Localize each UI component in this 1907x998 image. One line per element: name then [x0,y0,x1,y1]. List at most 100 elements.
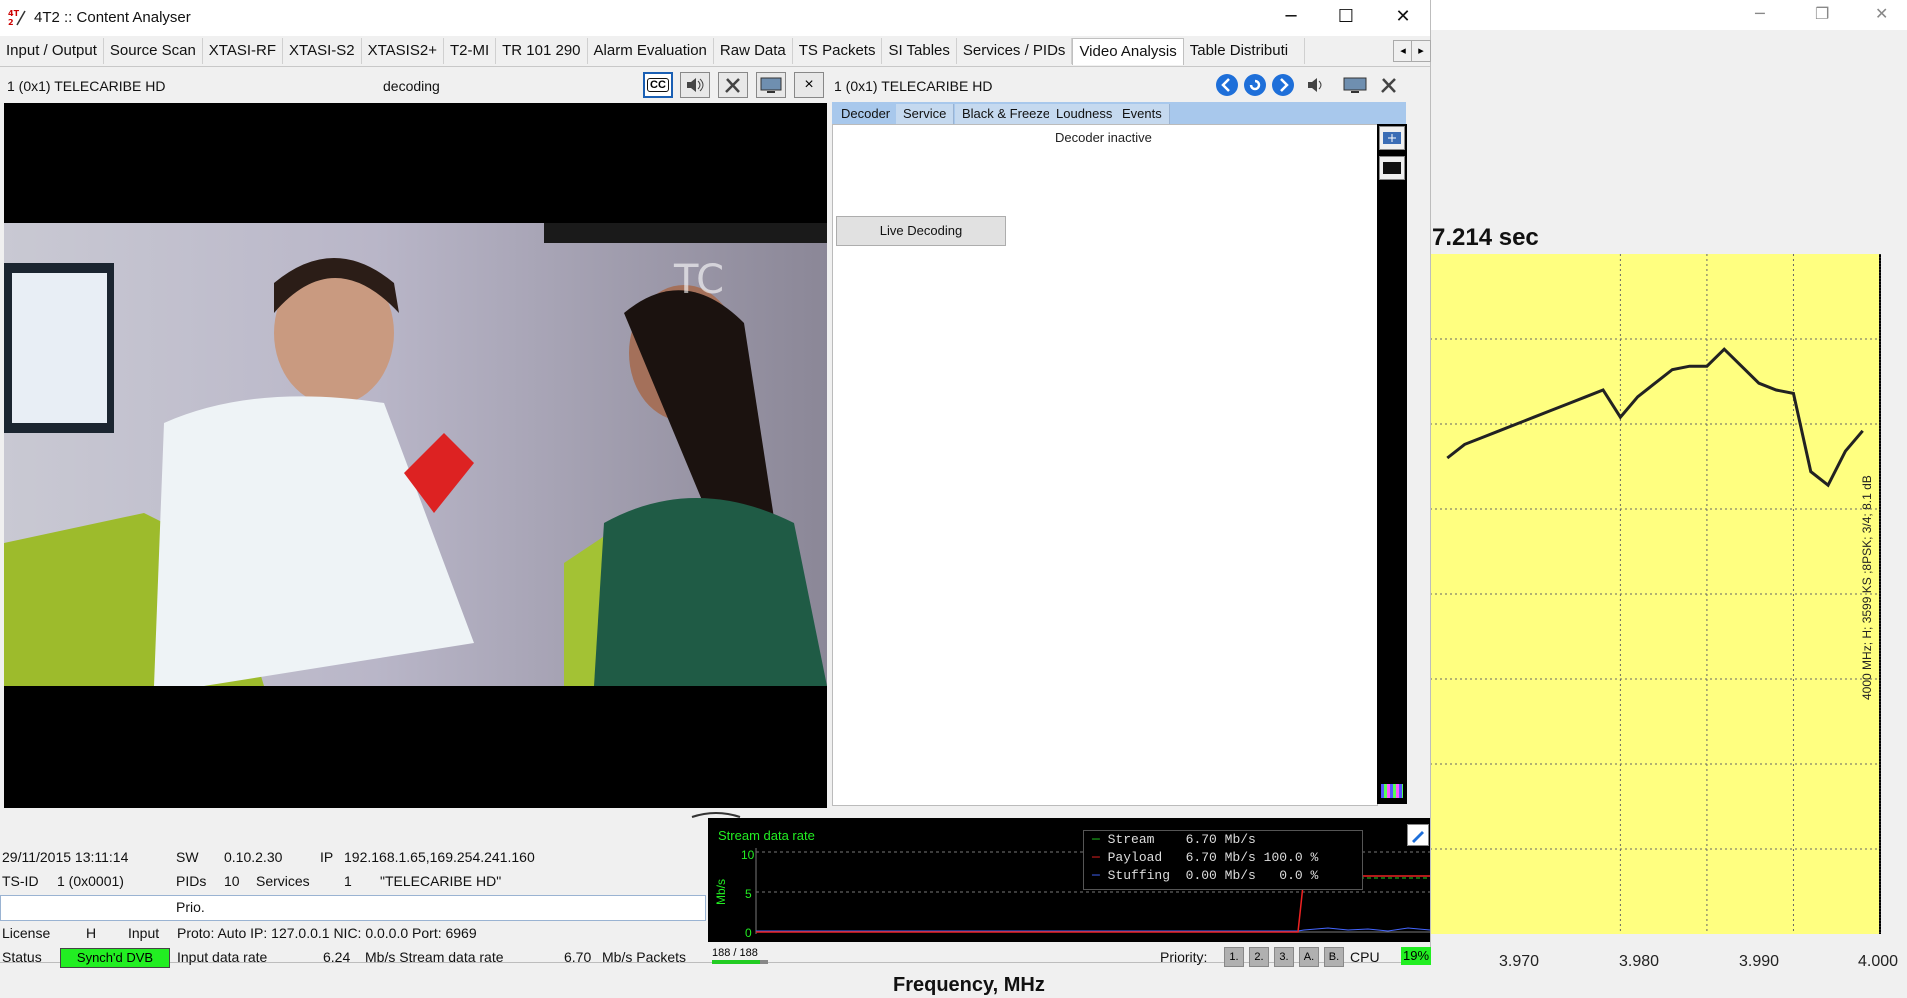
tab-t2-mi[interactable]: T2-MI [444,38,497,64]
tsid-label: TS-ID [2,873,39,889]
tab-events[interactable]: Events [1115,104,1170,124]
tab-scroll-right-button[interactable]: ▸ [1411,40,1431,62]
meter-mode-button[interactable] [1379,126,1405,150]
priority-2-button[interactable]: 2. [1249,947,1269,967]
close-video-button[interactable]: × [794,72,824,98]
service-name: "TELECARIBE HD" [380,873,502,889]
y-axis-label: Mb/s [714,878,728,905]
y-tick-label: 5 [745,887,752,901]
cpu-usage: 19% [1401,947,1431,965]
x-tick-label: 3.990 [1739,953,1780,970]
minimize-button[interactable]: ─ [1268,6,1314,30]
input-label: Input [128,925,160,941]
priority-b-button[interactable]: B. [1324,947,1344,967]
priority-a-button[interactable]: A. [1299,947,1319,967]
cpu-label: CPU [1350,949,1380,965]
x-tick-label: 4.000 [1858,953,1899,970]
bg-close-button[interactable]: ✕ [1875,4,1888,23]
app-logo-icon: 4T 2 [7,7,27,27]
decoder-tools-button[interactable] [1375,72,1403,98]
ip-value: 192.168.1.65,169.254.241.160 [344,849,535,865]
tab-scroll-left-button[interactable]: ◂ [1393,40,1413,62]
services-label: Services [256,873,310,889]
tab-raw-data[interactable]: Raw Data [714,38,793,64]
chart-title: Stream data rate [718,828,815,843]
screen-icon [1383,162,1401,174]
monitor-icon [1343,77,1367,93]
tab-video-analysis[interactable]: Video Analysis [1072,38,1184,65]
tab-decoder[interactable]: Decoder [834,104,899,124]
sync-status-badge: Synch'd DVB [60,948,170,968]
tab-xtasis2-plus[interactable]: XTASIS2+ [362,38,444,64]
ip-label: IP [320,849,334,865]
tools-icon [1381,78,1396,93]
tab-tr-101-290[interactable]: TR 101 290 [496,38,588,64]
circle-arrow-icon [1244,74,1266,96]
maximize-button[interactable]: ☐ [1323,6,1369,30]
circle-arrow-icon [1216,74,1238,96]
meter-display-button[interactable] [1379,156,1405,180]
packets-value: 188 / 188 [712,947,758,959]
status-label: Status [2,949,42,965]
closed-captions-button[interactable]: CC [643,72,673,98]
tab-black-freeze[interactable]: Black & Freeze [955,104,1059,124]
priority-label: Priority: [1160,949,1208,965]
tab-input-output[interactable]: Input / Output [0,38,104,64]
priority-row[interactable] [0,895,706,921]
video-frame: TC [4,103,827,808]
video-picture: TC [4,223,827,686]
decoder-display-button[interactable] [1341,72,1369,98]
packets-indicator: 188 / 188 [712,947,768,967]
settings-tools-button[interactable] [718,72,748,98]
bg-minimize-button[interactable]: ─ [1755,4,1765,23]
sw-version: 0.10.2.30 [224,849,283,865]
priority-3-button[interactable]: 3. [1274,947,1294,967]
legend-row-stream: ─ Stream 6.70 Mb/s [1092,832,1256,847]
tab-services-pids[interactable]: Services / PIDs [957,38,1073,64]
close-button[interactable]: ✕ [1380,6,1426,30]
priority-1-button[interactable]: 1. [1224,947,1244,967]
snowflake-icon [1383,132,1401,144]
pids-label: PIDs [176,873,207,889]
datetime: 29/11/2015 13:11:14 [2,849,129,865]
tab-loudness[interactable]: Loudness [1049,104,1121,124]
nav-first-button[interactable] [1213,72,1241,98]
sw-label: SW [176,849,199,865]
bg-restore-button[interactable]: ❐ [1815,4,1829,23]
stream-rate-label: Mb/s Stream data rate [365,949,504,965]
decoder-service-label: 1 (0x1) TELECARIBE HD [834,78,993,94]
nav-previous-button[interactable] [1241,72,1269,98]
tab-source-scan[interactable]: Source Scan [104,38,203,64]
input-rate-value: 6.24 [323,949,351,965]
svg-text:TC: TC [673,257,724,303]
tab-service[interactable]: Service [896,104,955,124]
display-button[interactable] [756,72,786,98]
tab-ts-packets[interactable]: TS Packets [793,38,883,64]
svg-text:4T: 4T [8,9,20,18]
chart-legend: ─ Stream 6.70 Mb/s ─ Payload 6.70 Mb/s 1… [1083,830,1363,890]
speaker-icon [1308,78,1322,92]
live-decoding-button[interactable]: Live Decoding [836,216,1006,246]
nav-next-button[interactable] [1269,72,1297,98]
titlebar: 4T 2 4T2 :: Content Analyser ─ ☐ ✕ [0,0,1430,36]
legend-row-stuffing: ─ Stuffing 0.00 Mb/s 0.0 % [1092,868,1319,883]
svg-text:2: 2 [8,18,14,27]
tab-si-tables[interactable]: SI Tables [882,38,957,64]
tab-alarm-evaluation[interactable]: Alarm Evaluation [588,38,714,64]
license-value: H [86,925,97,941]
chart-settings-button[interactable] [1407,824,1429,846]
x-tick-label: 3.980 [1619,953,1660,970]
spectrum-plot [1430,254,1881,934]
tab-xtasi-s2[interactable]: XTASI-S2 [283,38,362,64]
tab-table-distribution[interactable]: Table Distributi [1184,38,1305,64]
meter-bars [1381,784,1403,798]
y-tick-label: 0 [745,926,752,940]
audio-button[interactable] [680,72,710,98]
tab-xtasi-rf[interactable]: XTASI-RF [203,38,284,64]
pids-value: 10 [224,873,240,889]
decoder-audio-button[interactable] [1303,72,1331,98]
prio-label: Prio. [176,899,205,915]
background-toolbar-area [1430,30,1907,84]
spectrum-side-label: 4000 MHz; H; 3599 KS ;8PSK; 3/4; 8.1 dB [1860,475,1874,700]
decoder-status-text: Decoder inactive [1055,130,1152,145]
